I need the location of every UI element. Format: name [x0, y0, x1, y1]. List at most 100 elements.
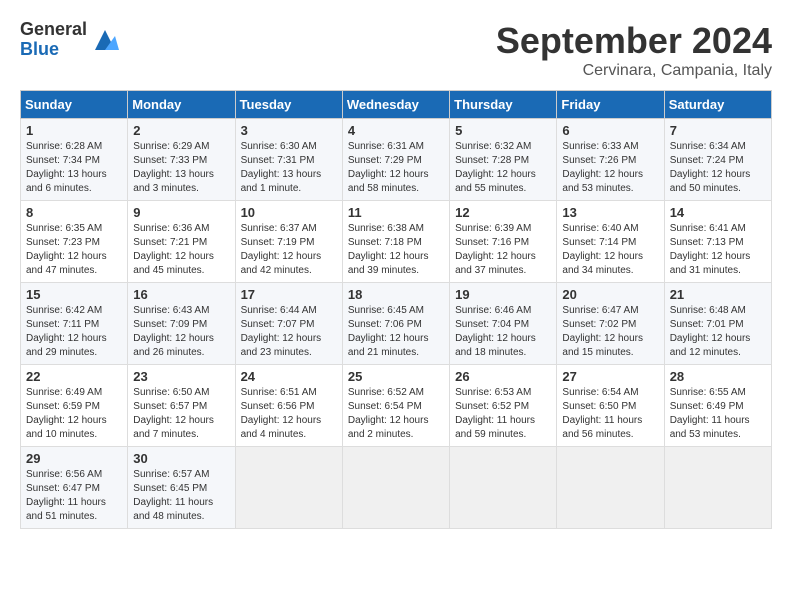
- cell-info: Sunrise: 6:56 AMSunset: 6:47 PMDaylight:…: [26, 468, 122, 524]
- column-header-wednesday: Wednesday: [342, 91, 449, 119]
- cell-info: Sunrise: 6:55 AMSunset: 6:49 PMDaylight:…: [670, 386, 766, 442]
- cell-info: Sunrise: 6:52 AMSunset: 6:54 PMDaylight:…: [348, 386, 444, 442]
- calendar-cell: 18 Sunrise: 6:45 AMSunset: 7:06 PMDayligh…: [342, 283, 449, 365]
- calendar-cell: 28 Sunrise: 6:55 AMSunset: 6:49 PMDayligh…: [664, 365, 771, 447]
- day-number: 14: [670, 205, 766, 220]
- location: Cervinara, Campania, Italy: [496, 62, 772, 80]
- day-number: 6: [562, 123, 658, 138]
- cell-info: Sunrise: 6:42 AMSunset: 7:11 PMDaylight:…: [26, 304, 122, 360]
- calendar-cell: 16Sunrise: 6:43 AMSunset: 7:09 PMDayligh…: [128, 283, 235, 365]
- logo-blue: Blue: [20, 40, 87, 60]
- calendar-cell: 30Sunrise: 6:57 AMSunset: 6:45 PMDayligh…: [128, 447, 235, 529]
- day-number: 29: [26, 451, 122, 466]
- calendar-cell: [235, 447, 342, 529]
- day-number: 2: [133, 123, 229, 138]
- calendar-cell: [557, 447, 664, 529]
- cell-info: Sunrise: 6:46 AMSunset: 7:04 PMDaylight:…: [455, 304, 551, 360]
- calendar-cell: 24 Sunrise: 6:51 AMSunset: 6:56 PMDayligh…: [235, 365, 342, 447]
- cell-info: Sunrise: 6:34 AMSunset: 7:24 PMDaylight:…: [670, 140, 766, 196]
- calendar-cell: 2 Sunrise: 6:29 AMSunset: 7:33 PMDaylight…: [128, 119, 235, 201]
- calendar-cell: [450, 447, 557, 529]
- day-number: 18: [348, 287, 444, 302]
- day-number: 10: [241, 205, 337, 220]
- calendar-cell: 1Sunrise: 6:28 AMSunset: 7:34 PMDaylight…: [21, 119, 128, 201]
- day-number: 24: [241, 369, 337, 384]
- week-row-1: 1Sunrise: 6:28 AMSunset: 7:34 PMDaylight…: [21, 119, 772, 201]
- cell-info: Sunrise: 6:32 AMSunset: 7:28 PMDaylight:…: [455, 140, 551, 196]
- title-block: September 2024 Cervinara, Campania, Ital…: [496, 20, 772, 80]
- logo-general: General: [20, 20, 87, 40]
- cell-info: Sunrise: 6:36 AMSunset: 7:21 PMDaylight:…: [133, 222, 229, 278]
- column-header-friday: Friday: [557, 91, 664, 119]
- day-number: 15: [26, 287, 122, 302]
- calendar-cell: 4 Sunrise: 6:31 AMSunset: 7:29 PMDaylight…: [342, 119, 449, 201]
- day-number: 9: [133, 205, 229, 220]
- calendar-cell: 20Sunrise: 6:47 AMSunset: 7:02 PMDayligh…: [557, 283, 664, 365]
- cell-info: Sunrise: 6:45 AMSunset: 7:06 PMDaylight:…: [348, 304, 444, 360]
- calendar-cell: 17 Sunrise: 6:44 AMSunset: 7:07 PMDayligh…: [235, 283, 342, 365]
- cell-info: Sunrise: 6:49 AMSunset: 6:59 PMDaylight:…: [26, 386, 122, 442]
- calendar-cell: [342, 447, 449, 529]
- column-header-thursday: Thursday: [450, 91, 557, 119]
- calendar-table: SundayMondayTuesdayWednesdayThursdayFrid…: [20, 90, 772, 529]
- week-row-4: 22 Sunrise: 6:49 AMSunset: 6:59 PMDayligh…: [21, 365, 772, 447]
- cell-info: Sunrise: 6:41 AMSunset: 7:13 PMDaylight:…: [670, 222, 766, 278]
- week-row-2: 8 Sunrise: 6:35 AMSunset: 7:23 PMDaylight…: [21, 201, 772, 283]
- cell-info: Sunrise: 6:35 AMSunset: 7:23 PMDaylight:…: [26, 222, 122, 278]
- calendar-cell: 14 Sunrise: 6:41 AMSunset: 7:13 PMDayligh…: [664, 201, 771, 283]
- calendar-cell: 15 Sunrise: 6:42 AMSunset: 7:11 PMDayligh…: [21, 283, 128, 365]
- day-number: 5: [455, 123, 551, 138]
- cell-info: Sunrise: 6:29 AMSunset: 7:33 PMDaylight:…: [133, 140, 229, 196]
- day-number: 11: [348, 205, 444, 220]
- cell-info: Sunrise: 6:44 AMSunset: 7:07 PMDaylight:…: [241, 304, 337, 360]
- calendar-cell: 25 Sunrise: 6:52 AMSunset: 6:54 PMDayligh…: [342, 365, 449, 447]
- column-header-saturday: Saturday: [664, 91, 771, 119]
- calendar-cell: 19Sunrise: 6:46 AMSunset: 7:04 PMDayligh…: [450, 283, 557, 365]
- calendar-cell: 8 Sunrise: 6:35 AMSunset: 7:23 PMDaylight…: [21, 201, 128, 283]
- column-header-sunday: Sunday: [21, 91, 128, 119]
- day-number: 25: [348, 369, 444, 384]
- cell-info: Sunrise: 6:33 AMSunset: 7:26 PMDaylight:…: [562, 140, 658, 196]
- day-number: 28: [670, 369, 766, 384]
- day-number: 4: [348, 123, 444, 138]
- day-number: 3: [241, 123, 337, 138]
- day-number: 17: [241, 287, 337, 302]
- day-number: 7: [670, 123, 766, 138]
- calendar-cell: 5 Sunrise: 6:32 AMSunset: 7:28 PMDaylight…: [450, 119, 557, 201]
- day-number: 13: [562, 205, 658, 220]
- column-header-monday: Monday: [128, 91, 235, 119]
- logo: General Blue: [20, 20, 119, 60]
- day-number: 21: [670, 287, 766, 302]
- cell-info: Sunrise: 6:37 AMSunset: 7:19 PMDaylight:…: [241, 222, 337, 278]
- cell-info: Sunrise: 6:30 AMSunset: 7:31 PMDaylight:…: [241, 140, 337, 196]
- day-number: 26: [455, 369, 551, 384]
- calendar-cell: 23 Sunrise: 6:50 AMSunset: 6:57 PMDayligh…: [128, 365, 235, 447]
- week-row-3: 15 Sunrise: 6:42 AMSunset: 7:11 PMDayligh…: [21, 283, 772, 365]
- calendar-cell: 26 Sunrise: 6:53 AMSunset: 6:52 PMDayligh…: [450, 365, 557, 447]
- header-row: SundayMondayTuesdayWednesdayThursdayFrid…: [21, 91, 772, 119]
- calendar-cell: 6 Sunrise: 6:33 AMSunset: 7:26 PMDaylight…: [557, 119, 664, 201]
- calendar-cell: 22 Sunrise: 6:49 AMSunset: 6:59 PMDayligh…: [21, 365, 128, 447]
- cell-info: Sunrise: 6:50 AMSunset: 6:57 PMDaylight:…: [133, 386, 229, 442]
- page-header: General Blue September 2024 Cervinara, C…: [20, 20, 772, 80]
- column-header-tuesday: Tuesday: [235, 91, 342, 119]
- logo-icon: [91, 26, 119, 54]
- cell-info: Sunrise: 6:39 AMSunset: 7:16 PMDaylight:…: [455, 222, 551, 278]
- calendar-cell: 13 Sunrise: 6:40 AMSunset: 7:14 PMDayligh…: [557, 201, 664, 283]
- calendar-cell: 3 Sunrise: 6:30 AMSunset: 7:31 PMDaylight…: [235, 119, 342, 201]
- cell-info: Sunrise: 6:53 AMSunset: 6:52 PMDaylight:…: [455, 386, 551, 442]
- calendar-cell: [664, 447, 771, 529]
- calendar-cell: 9 Sunrise: 6:36 AMSunset: 7:21 PMDaylight…: [128, 201, 235, 283]
- week-row-5: 29 Sunrise: 6:56 AMSunset: 6:47 PMDayligh…: [21, 447, 772, 529]
- day-number: 1: [26, 123, 122, 138]
- cell-info: Sunrise: 6:51 AMSunset: 6:56 PMDaylight:…: [241, 386, 337, 442]
- day-number: 23: [133, 369, 229, 384]
- cell-info: Sunrise: 6:54 AMSunset: 6:50 PMDaylight:…: [562, 386, 658, 442]
- day-number: 27: [562, 369, 658, 384]
- day-number: 22: [26, 369, 122, 384]
- cell-info: Sunrise: 6:40 AMSunset: 7:14 PMDaylight:…: [562, 222, 658, 278]
- cell-info: Sunrise: 6:47 AMSunset: 7:02 PMDaylight:…: [562, 304, 658, 360]
- cell-info: Sunrise: 6:31 AMSunset: 7:29 PMDaylight:…: [348, 140, 444, 196]
- day-number: 8: [26, 205, 122, 220]
- day-number: 12: [455, 205, 551, 220]
